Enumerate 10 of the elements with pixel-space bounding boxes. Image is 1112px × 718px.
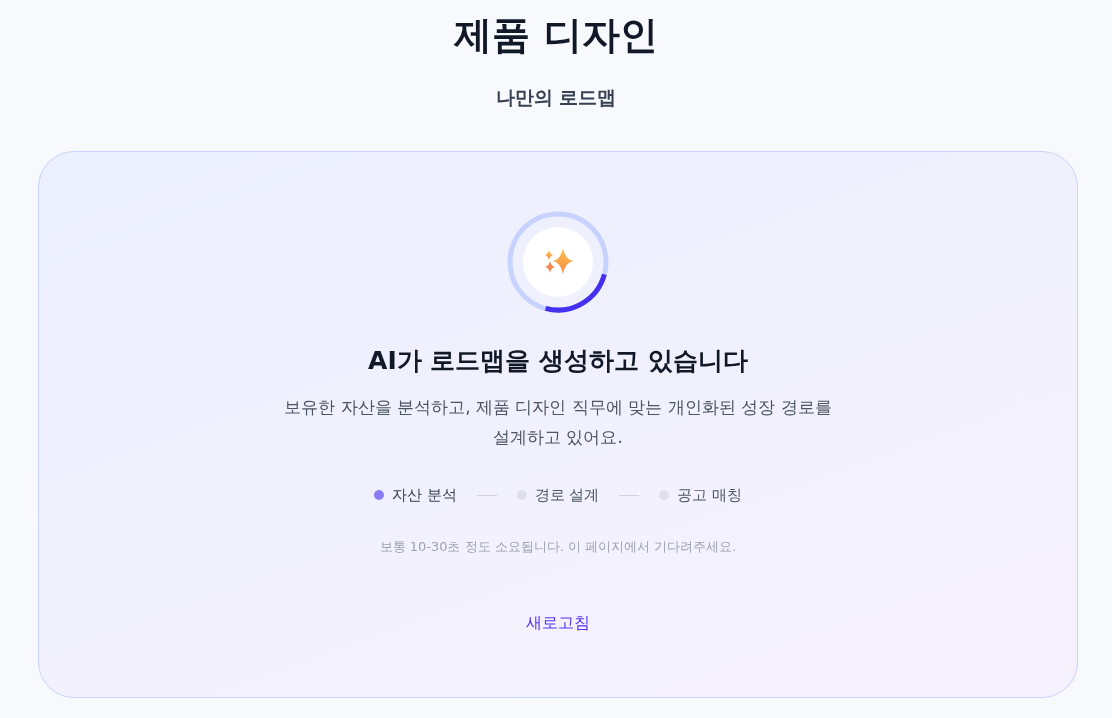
step-label: 공고 매칭 (677, 485, 743, 505)
loading-spinner-icon (507, 211, 609, 313)
status-heading: AI가 로드맵을 생성하고 있습니다 (368, 345, 748, 377)
step-label: 경로 설계 (534, 485, 600, 505)
status-description: 보유한 자산을 분석하고, 제품 디자인 직무에 맞는 개인화된 성장 경로를 설계하고 있어요. (283, 396, 833, 449)
page-title: 제품 디자인 (454, 12, 658, 59)
refresh-button[interactable]: 새로고침 (518, 609, 598, 637)
page-subtitle: 나만의 로드맵 (495, 85, 617, 110)
wait-note: 보통 10-30초 정도 소요됩니다. 이 페이지에서 기다려주세요. (379, 538, 737, 556)
step-label: 자산 분석 (391, 485, 457, 505)
